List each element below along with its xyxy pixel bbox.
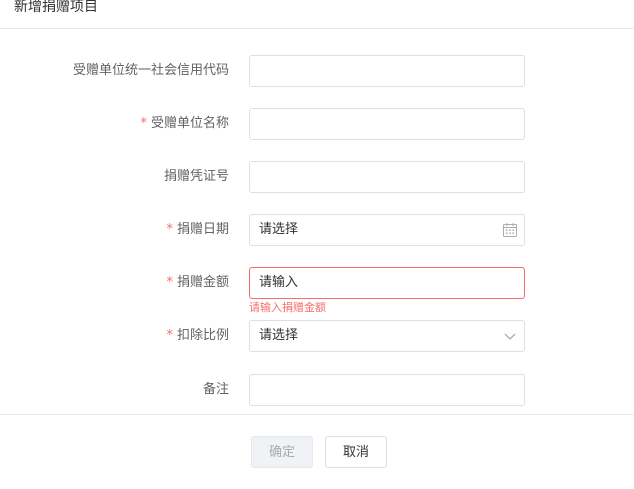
donation-amount-input[interactable]: 请输入 bbox=[249, 267, 525, 299]
required-mark: * bbox=[166, 275, 173, 290]
recipient-name-input[interactable] bbox=[249, 108, 525, 140]
calendar-icon[interactable] bbox=[502, 222, 518, 238]
dialog-footer: 确定 取消 bbox=[0, 414, 634, 489]
form-row-donation-amount: * 捐赠金额 请输入 请输入捐赠金额 bbox=[0, 267, 634, 314]
dialog-header: 新增捐赠项目 bbox=[0, 0, 634, 29]
required-mark: * bbox=[140, 116, 147, 131]
form-row-donation-date: * 捐赠日期 请选择 bbox=[0, 214, 634, 246]
recipient-name-label: * 受赠单位名称 bbox=[140, 116, 229, 131]
confirm-button[interactable]: 确定 bbox=[251, 436, 313, 468]
form-row-remark: 备注 bbox=[0, 374, 634, 406]
donation-date-placeholder: 请选择 bbox=[259, 222, 299, 237]
cancel-button[interactable]: 取消 bbox=[325, 436, 387, 468]
voucher-no-input[interactable] bbox=[249, 161, 525, 193]
voucher-no-label: 捐赠凭证号 bbox=[163, 169, 229, 184]
chevron-down-icon[interactable] bbox=[502, 328, 518, 344]
form-row-recipient-name: * 受赠单位名称 bbox=[0, 108, 634, 140]
required-mark: * bbox=[166, 328, 173, 343]
donation-amount-placeholder: 请输入 bbox=[259, 275, 299, 290]
add-donation-dialog: 新增捐赠项目 受赠单位统一社会信用代码 * 受赠单位名称 捐赠凭证号 * 捐赠日期 … bbox=[0, 0, 634, 488]
required-mark: * bbox=[166, 222, 173, 237]
form-row-credit-code: 受赠单位统一社会信用代码 bbox=[0, 55, 634, 87]
form-row-deduction-ratio: * 扣除比例 请选择 bbox=[0, 320, 634, 352]
deduction-ratio-placeholder: 请选择 bbox=[259, 328, 299, 343]
donation-amount-error: 请输入捐赠金额 bbox=[249, 301, 326, 314]
remark-input[interactable] bbox=[249, 374, 525, 406]
donation-date-label: * 捐赠日期 bbox=[166, 222, 229, 237]
donation-amount-label: * 捐赠金额 bbox=[166, 275, 229, 290]
form-row-voucher-no: 捐赠凭证号 bbox=[0, 161, 634, 193]
credit-code-label: 受赠单位统一社会信用代码 bbox=[72, 63, 229, 78]
deduction-ratio-label: * 扣除比例 bbox=[166, 328, 229, 343]
donation-date-picker[interactable]: 请选择 bbox=[249, 214, 525, 246]
deduction-ratio-select[interactable]: 请选择 bbox=[249, 320, 525, 352]
dialog-title: 新增捐赠项目 bbox=[14, 0, 98, 15]
credit-code-input[interactable] bbox=[249, 55, 525, 87]
remark-label: 备注 bbox=[202, 382, 229, 397]
